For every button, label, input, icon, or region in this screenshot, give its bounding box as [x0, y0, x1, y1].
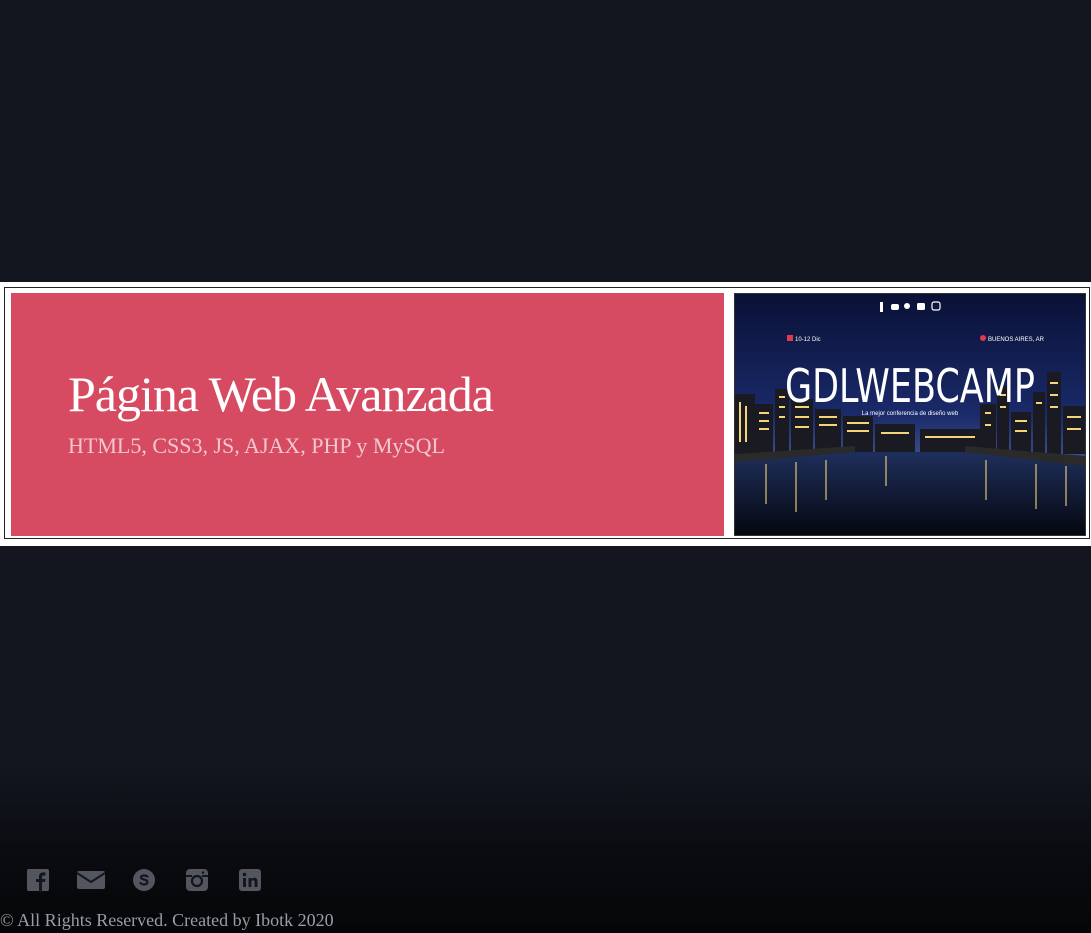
envelope-icon[interactable] [77, 866, 105, 894]
footer-social-links [24, 866, 289, 894]
page-title: Página Web Avanzada [68, 366, 494, 422]
linkedin-icon[interactable] [236, 866, 264, 894]
facebook-icon[interactable] [24, 866, 52, 894]
banner-tagline: La mejor conferencia de diseño web [862, 411, 959, 417]
footer-copyright: © All Rights Reserved. Created by Ibotk … [0, 910, 334, 930]
project-screenshot[interactable]: 10-12 Dic BUENOS AIRES, AR GDLWEBCAMP La… [734, 293, 1086, 536]
hero-frame: Página Web Avanzada HTML5, CSS3, JS, AJA… [4, 287, 1090, 539]
banner-location: BUENOS AIRES, AR [988, 337, 1045, 343]
hero-band: Página Web Avanzada HTML5, CSS3, JS, AJA… [0, 282, 1091, 546]
banner-brand: GDLWEBCAMP [785, 359, 1035, 413]
skype-icon[interactable] [130, 866, 158, 894]
hero-panel: Página Web Avanzada HTML5, CSS3, JS, AJA… [11, 293, 724, 536]
banner-date: 10-12 Dic [795, 337, 821, 343]
instagram-icon[interactable] [183, 866, 211, 894]
page-subtitle: HTML5, CSS3, JS, AJAX, PHP y MySQL [68, 433, 445, 458]
